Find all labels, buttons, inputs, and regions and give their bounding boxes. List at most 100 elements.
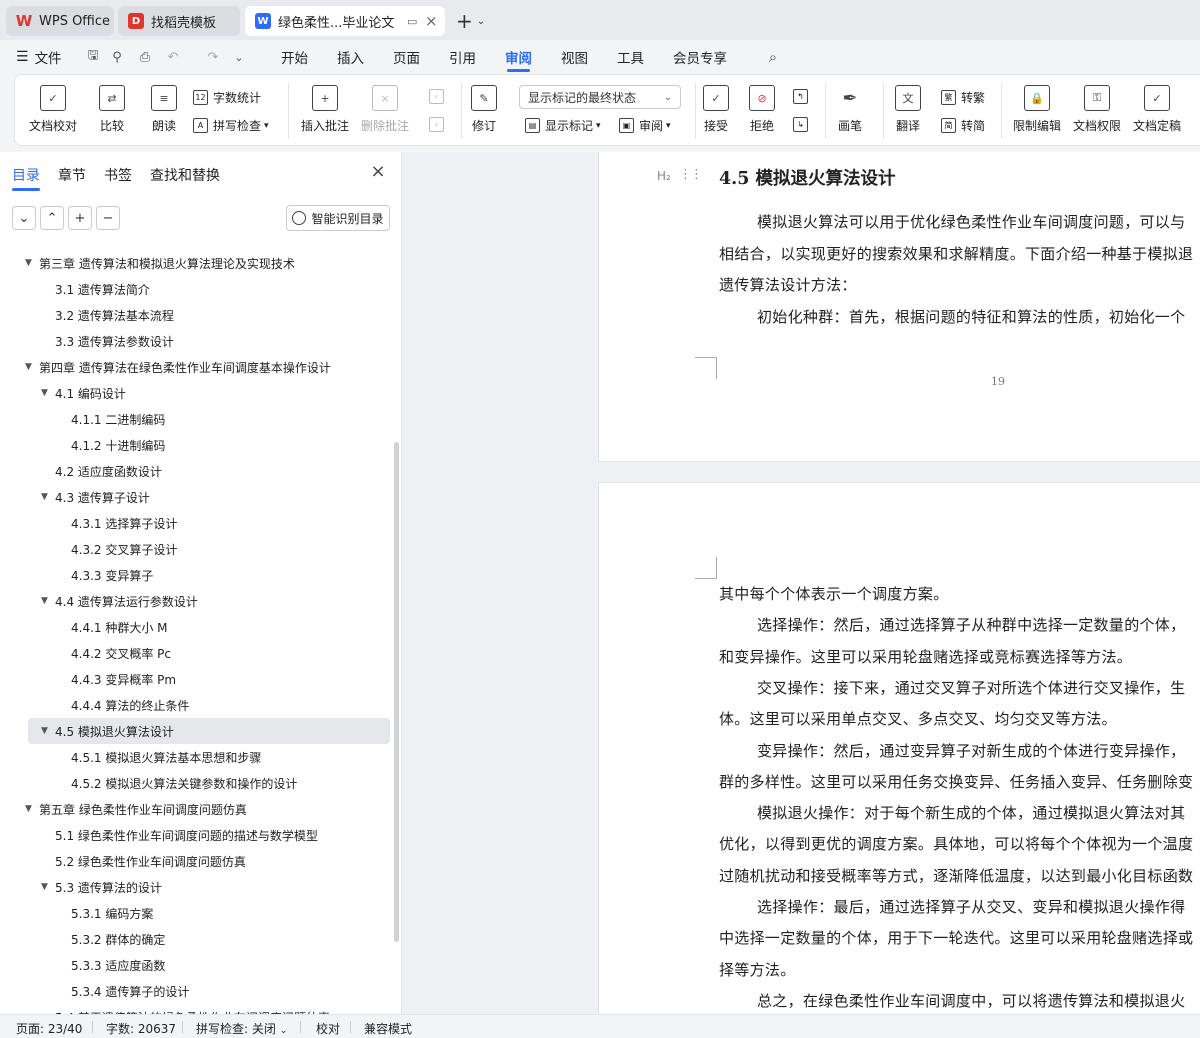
- expand-caret-icon[interactable]: ▼: [41, 882, 48, 892]
- save-icon[interactable]: 🖫: [84, 48, 102, 66]
- expand-caret-icon[interactable]: ▼: [25, 804, 32, 814]
- toc-item[interactable]: 3.3 遗传算法参数设计: [28, 328, 390, 354]
- tab-find-replace[interactable]: 查找和替换: [150, 165, 220, 185]
- expand-caret-icon[interactable]: ▼: [25, 258, 32, 268]
- document-area[interactable]: H₂ ⋮⋮ 4.5 模拟退火算法设计 模拟退火算法可以用于优化绿色柔性作业车间调…: [402, 152, 1200, 1014]
- review-pane-button[interactable]: ▣ 审阅 ▾: [619, 117, 671, 134]
- toc-item[interactable]: 4.3.1 选择算子设计: [28, 510, 390, 536]
- expand-caret-icon[interactable]: ▼: [25, 362, 32, 372]
- translate-button[interactable]: 文 翻译: [895, 85, 921, 134]
- toc-item[interactable]: 4.4.1 种群大小 M: [28, 614, 390, 640]
- spell-check-status[interactable]: 拼写检查: 关闭 ⌄: [196, 1020, 287, 1037]
- expand-up-icon[interactable]: ⌃: [40, 206, 64, 230]
- toc-item[interactable]: 4.1.2 十进制编码: [28, 432, 390, 458]
- expand-caret-icon[interactable]: ▼: [41, 596, 48, 606]
- quick-access-more-icon[interactable]: ⌄: [230, 48, 248, 66]
- tab-toc[interactable]: 目录: [12, 165, 40, 191]
- toc-item[interactable]: ▼ 4.5 模拟退火算法设计: [28, 718, 390, 744]
- restrict-edit-button[interactable]: 🔒 限制编辑: [1013, 85, 1061, 134]
- toc-item[interactable]: 5.2 绿色柔性作业车间调度问题仿真: [28, 848, 390, 874]
- doc-proofread-button[interactable]: ✓ 文档校对: [29, 85, 77, 134]
- word-count-button[interactable]: 12 字数统计: [193, 89, 261, 106]
- expand-caret-icon[interactable]: ▼: [41, 726, 48, 736]
- markup-display-select[interactable]: 显示标记的最终状态 ⌄: [519, 85, 681, 109]
- toc-item[interactable]: ▼ 4.4 遗传算法运行参数设计: [28, 588, 390, 614]
- read-aloud-button[interactable]: ≡ 朗读: [151, 85, 177, 134]
- toc-item[interactable]: ▼ 4.3 遗传算子设计: [28, 484, 390, 510]
- tab-wps-office[interactable]: W WPS Office: [6, 6, 114, 36]
- close-tab-icon[interactable]: ×: [425, 12, 445, 30]
- collapse-all-icon[interactable]: ⌄: [12, 206, 36, 230]
- tab-bookmarks[interactable]: 书签: [104, 165, 132, 185]
- word-count-status[interactable]: 字数: 20637: [106, 1020, 176, 1037]
- doc-finalize-button[interactable]: ✓ 文档定稿: [1133, 85, 1181, 134]
- prev-comment-button[interactable]: ‹: [429, 89, 449, 104]
- proof-status[interactable]: 校对: [316, 1020, 340, 1037]
- spell-check-button[interactable]: A 拼写检查 ▾: [193, 117, 269, 134]
- prev-change-button[interactable]: ↰: [793, 89, 813, 104]
- menu-view[interactable]: 视图: [561, 46, 588, 68]
- tab-docer-templates[interactable]: D 找稻壳模板: [118, 6, 240, 36]
- toc-item[interactable]: 4.2 适应度函数设计: [28, 458, 390, 484]
- page-indicator[interactable]: 页面: 23/40: [16, 1020, 82, 1037]
- toc-item[interactable]: 4.1.1 二进制编码: [28, 406, 390, 432]
- add-heading-icon[interactable]: +: [68, 206, 92, 230]
- menu-page[interactable]: 页面: [393, 46, 420, 68]
- window-restore-icon[interactable]: ▭: [407, 15, 425, 28]
- toc-item[interactable]: 4.5.1 模拟退火算法基本思想和步骤: [28, 744, 390, 770]
- menu-insert[interactable]: 插入: [337, 46, 364, 68]
- next-comment-button[interactable]: ›: [429, 117, 449, 132]
- toc-item[interactable]: ▼ 5.3 遗传算法的设计: [28, 874, 390, 900]
- insert-comment-button[interactable]: + 插入批注: [301, 85, 349, 134]
- drag-handle-icon[interactable]: ⋮⋮: [679, 167, 703, 182]
- menu-references[interactable]: 引用: [449, 46, 476, 68]
- toc-item[interactable]: 5.4 基于遗传算法的绿色柔性作业车间调度问题仿真: [28, 1004, 390, 1015]
- toc-item[interactable]: ▼ 第五章 绿色柔性作业车间调度问题仿真: [25, 796, 390, 822]
- menu-review[interactable]: 审阅: [505, 46, 532, 72]
- toc-scrollbar[interactable]: [394, 442, 399, 942]
- toc-item[interactable]: 4.4.4 算法的终止条件: [28, 692, 390, 718]
- file-menu[interactable]: ☰ 文件: [16, 46, 62, 68]
- to-traditional-button[interactable]: 繁 转繁: [941, 89, 985, 106]
- redo-icon[interactable]: ↷: [204, 48, 222, 66]
- toc-item[interactable]: 5.3.3 适应度函数: [28, 952, 390, 978]
- compare-button[interactable]: ⇄ 比较: [99, 85, 125, 134]
- toc-item[interactable]: 4.3.2 交叉算子设计: [28, 536, 390, 562]
- track-changes-button[interactable]: ✎ 修订: [471, 85, 497, 134]
- doc-permission-button[interactable]: ⚿ 文档权限: [1073, 85, 1121, 134]
- expand-caret-icon[interactable]: ▼: [41, 388, 48, 398]
- show-markup-button[interactable]: ▤ 显示标记 ▾: [525, 117, 601, 134]
- toc-item[interactable]: 5.3.4 遗传算子的设计: [28, 978, 390, 1004]
- print-preview-icon[interactable]: ⎙: [136, 48, 154, 66]
- toc-item[interactable]: 5.3.2 群体的确定: [28, 926, 390, 952]
- close-icon[interactable]: ×: [368, 162, 388, 182]
- new-tab-button[interactable]: + ⌄: [456, 8, 496, 34]
- remove-heading-icon[interactable]: −: [96, 206, 120, 230]
- undo-icon[interactable]: ↶: [164, 48, 182, 66]
- search-icon[interactable]: ⌕: [764, 48, 782, 66]
- toc-item[interactable]: ▼ 第四章 遗传算法在绿色柔性作业车间调度基本操作设计: [25, 354, 390, 380]
- pen-button[interactable]: ✒ 画笔: [837, 85, 863, 134]
- next-change-button[interactable]: ↳: [793, 117, 813, 132]
- toc-item[interactable]: 5.3.1 编码方案: [28, 900, 390, 926]
- toc-item[interactable]: 5.1 绿色柔性作业车间调度问题的描述与数学模型: [28, 822, 390, 848]
- to-simplified-button[interactable]: 简 转简: [941, 117, 985, 134]
- menu-member[interactable]: 会员专享: [673, 46, 727, 68]
- toc-item[interactable]: ▼ 第三章 遗传算法和模拟退火算法理论及实现技术: [25, 250, 390, 276]
- toc-item[interactable]: 3.2 遗传算法基本流程: [28, 302, 390, 328]
- expand-caret-icon[interactable]: ▼: [41, 492, 48, 502]
- toc-item[interactable]: 4.4.2 交叉概率 Pc: [28, 640, 390, 666]
- toc-item[interactable]: ▼ 4.1 编码设计: [28, 380, 390, 406]
- reject-button[interactable]: ⊘ 拒绝: [749, 85, 775, 134]
- toc-item[interactable]: 4.5.2 模拟退火算法关键参数和操作的设计: [28, 770, 390, 796]
- smart-toc-button[interactable]: 智能识别目录: [286, 205, 390, 231]
- tab-sections[interactable]: 章节: [58, 165, 86, 185]
- tab-document[interactable]: W 绿色柔性...毕业论文 ▭ ×: [245, 6, 445, 36]
- toc-item[interactable]: 3.1 遗传算法简介: [28, 276, 390, 302]
- share-icon[interactable]: ⚲: [108, 48, 126, 66]
- toc-item[interactable]: 4.4.3 变异概率 Pm: [28, 666, 390, 692]
- toc-item[interactable]: 4.3.3 变异算子: [28, 562, 390, 588]
- chevron-down-icon[interactable]: ⌄: [477, 16, 485, 27]
- delete-comment-button[interactable]: × 删除批注: [361, 85, 409, 134]
- accept-button[interactable]: ✓ 接受: [703, 85, 729, 134]
